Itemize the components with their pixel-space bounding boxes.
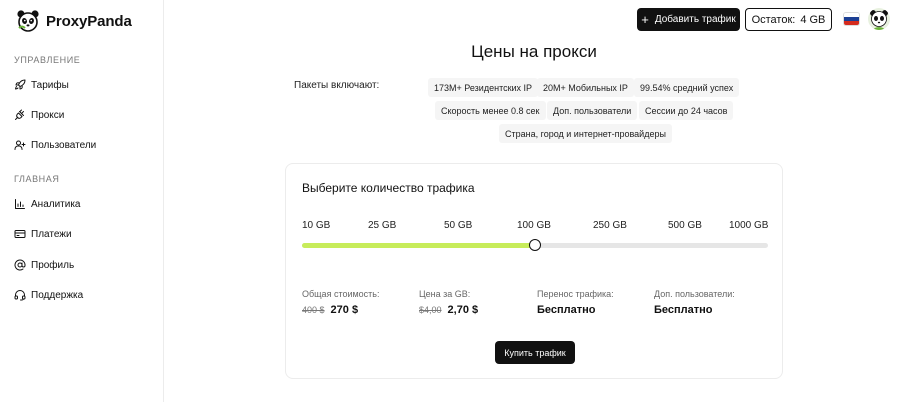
extra-users-value: Бесплатно xyxy=(654,304,713,316)
price-per-gb-label: Цена за GB: xyxy=(419,289,471,299)
section-label-main: ГЛАВНАЯ xyxy=(14,174,60,184)
at-sign-icon xyxy=(14,259,26,271)
traffic-card-title: Выберите количество трафика xyxy=(302,181,475,195)
total-cost-new: 270 $ xyxy=(330,304,359,316)
plug-icon xyxy=(15,109,24,120)
credit-card-icon xyxy=(14,230,26,238)
avatar[interactable] xyxy=(868,8,890,30)
sidebar-item-label: Пользователи xyxy=(31,139,97,151)
price-per-gb-new: 2,70 $ xyxy=(447,304,479,316)
traffic-option-25[interactable]: 25 GB xyxy=(368,220,396,231)
feature-chip: 20M+ Мобильных IP xyxy=(537,78,634,97)
balance-label: Остаток: xyxy=(751,13,796,26)
traffic-option-250[interactable]: 250 GB xyxy=(593,220,627,231)
page-title: Цены на прокси xyxy=(471,42,597,61)
sidebar-item-profile[interactable]: Профиль xyxy=(14,259,74,271)
flag-stripe-red xyxy=(844,21,859,25)
add-traffic-button[interactable]: + Добавить трафик xyxy=(637,8,740,31)
sidebar-item-label: Платежи xyxy=(31,228,72,240)
traffic-option-500[interactable]: 500 GB xyxy=(668,220,702,231)
rocket-icon xyxy=(15,79,26,90)
total-cost-value: 400 $ 270 $ xyxy=(302,304,358,316)
sidebar-item-label: Тарифы xyxy=(31,79,69,91)
rollover-value: Бесплатно xyxy=(537,304,596,316)
buy-traffic-button[interactable]: Купить трафик xyxy=(495,341,575,364)
headset-icon xyxy=(14,290,26,301)
feature-chip: 173M+ Резидентских IP xyxy=(428,78,539,97)
traffic-option-10[interactable]: 10 GB xyxy=(302,220,330,231)
sidebar-item-label: Прокси xyxy=(31,109,65,121)
feature-chip: Скорость менее 0.8 сек xyxy=(435,101,546,120)
traffic-option-50[interactable]: 50 GB xyxy=(444,220,472,231)
sidebar-item-support[interactable]: Поддержка xyxy=(14,289,83,301)
total-cost-old: 400 $ xyxy=(302,305,325,315)
sidebar-item-label: Поддержка xyxy=(31,289,84,301)
language-flag-icon[interactable] xyxy=(843,12,860,26)
sidebar-item-users[interactable]: Пользователи xyxy=(14,139,96,151)
user-plus-icon xyxy=(14,140,26,150)
balance-button[interactable]: Остаток: 4 GB xyxy=(745,8,832,31)
app-logo[interactable]: ProxyPanda xyxy=(16,9,132,33)
balance-value: 4 GB xyxy=(800,13,826,26)
feature-chip: 99.54% средний успех xyxy=(634,78,740,97)
panda-avatar-icon xyxy=(870,10,888,30)
traffic-option-100[interactable]: 100 GB xyxy=(517,220,551,231)
traffic-option-1000[interactable]: 1000 GB xyxy=(729,220,768,231)
total-cost-label: Общая стоимость: xyxy=(302,289,380,299)
app-name: ProxyPanda xyxy=(46,12,132,30)
sidebar: ProxyPanda УПРАВЛЕНИЕ Тарифы Прокси Поль… xyxy=(0,0,164,402)
plus-icon: + xyxy=(641,12,649,27)
traffic-card: Выберите количество трафика 10 GB 25 GB … xyxy=(285,163,783,379)
traffic-slider-thumb[interactable] xyxy=(529,239,541,251)
sidebar-item-payments[interactable]: Платежи xyxy=(14,228,72,240)
bar-chart-icon xyxy=(15,199,25,209)
includes-label: Пакеты включают: xyxy=(294,80,380,91)
rollover-label: Перенос трафика: xyxy=(537,289,614,299)
traffic-slider-fill xyxy=(302,243,535,248)
add-traffic-label: Добавить трафик xyxy=(654,14,736,25)
panda-logo-icon xyxy=(16,9,40,33)
sidebar-item-label: Аналитика xyxy=(31,198,81,210)
section-label-management: УПРАВЛЕНИЕ xyxy=(14,55,81,65)
sidebar-item-label: Профиль xyxy=(31,259,75,271)
price-per-gb-value: $4,00 2,70 $ xyxy=(419,304,478,316)
sidebar-item-tariffs[interactable]: Тарифы xyxy=(14,79,69,91)
feature-chip: Страна, город и интернет-провайдеры xyxy=(499,124,672,143)
traffic-slider-track[interactable] xyxy=(302,239,768,251)
sidebar-item-analytics[interactable]: Аналитика xyxy=(14,198,81,210)
extra-users-label: Доп. пользователи: xyxy=(654,289,735,299)
sidebar-item-proxies[interactable]: Прокси xyxy=(14,109,64,121)
feature-chip: Сессии до 24 часов xyxy=(639,101,734,120)
feature-chip: Доп. пользователи xyxy=(547,101,638,120)
price-per-gb-old: $4,00 xyxy=(419,305,442,315)
